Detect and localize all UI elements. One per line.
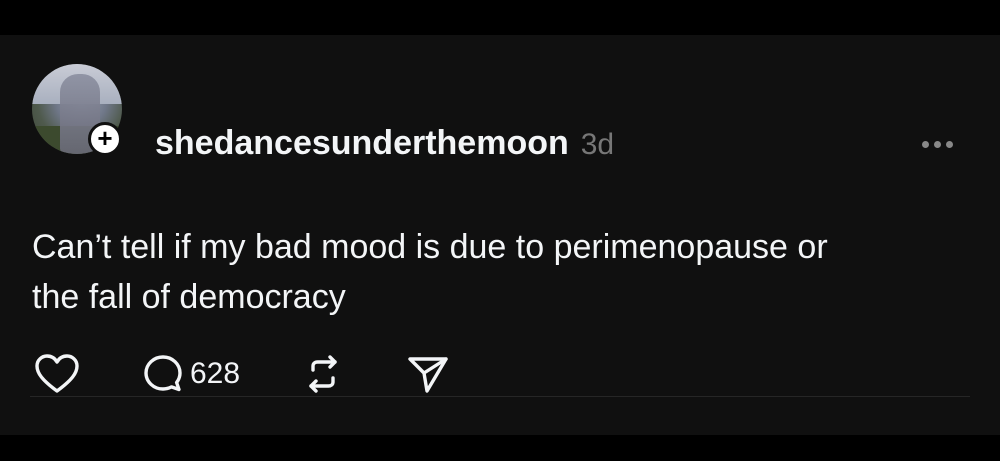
share-button[interactable] bbox=[406, 353, 450, 395]
reply-button[interactable]: 628 bbox=[142, 353, 240, 395]
action-bar: 628 bbox=[34, 352, 450, 396]
heart-icon bbox=[35, 354, 79, 393]
post-divider bbox=[30, 396, 970, 397]
avatar-container[interactable]: + bbox=[32, 64, 122, 156]
dot bbox=[934, 140, 941, 148]
repost-button[interactable] bbox=[302, 353, 344, 395]
more-options-icon[interactable] bbox=[922, 136, 962, 152]
timestamp[interactable]: 3d bbox=[581, 128, 614, 162]
screen: + shedancesunderthemoon 3d Can’t tell if… bbox=[0, 0, 1000, 461]
dot bbox=[946, 140, 953, 148]
follow-plus-icon[interactable]: + bbox=[88, 122, 122, 156]
post-header: shedancesunderthemoon 3d bbox=[155, 124, 614, 164]
speech-bubble-icon bbox=[144, 355, 182, 392]
post-text-line: Can’t tell if my bad mood is due to peri… bbox=[32, 228, 828, 266]
like-button[interactable] bbox=[34, 353, 80, 395]
paper-plane-icon bbox=[408, 357, 448, 393]
post-text: Can’t tell if my bad mood is due to peri… bbox=[32, 222, 972, 322]
post-text-line: the fall of democracy bbox=[32, 278, 346, 316]
reply-count: 628 bbox=[190, 357, 241, 390]
dot bbox=[922, 140, 929, 148]
username[interactable]: shedancesunderthemoon bbox=[155, 124, 569, 163]
repost-icon bbox=[309, 355, 337, 393]
